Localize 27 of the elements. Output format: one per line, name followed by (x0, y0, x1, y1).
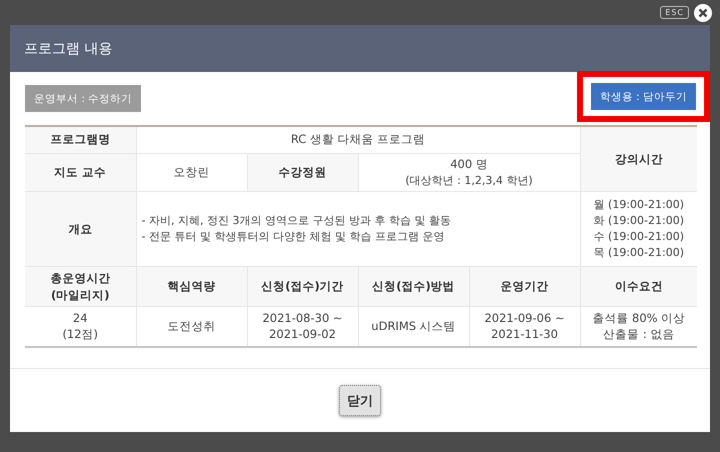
close-button[interactable]: 닫기 (339, 385, 381, 416)
header-cell: 핵심역량 (136, 266, 247, 307)
header-cell: 이수요건 (580, 266, 698, 307)
header-cell: 강의시간 (580, 126, 698, 192)
header-cell: 개요 (25, 192, 136, 267)
close-icon[interactable] (693, 2, 713, 22)
dialog-title: 프로그램 내용 (24, 40, 112, 58)
header-cell: 신청(접수)방법 (358, 266, 469, 307)
table-cell: 400 명 (대상학년 : 1,2,3,4 학년) (358, 153, 580, 192)
table-cell: 2021-09-06 ~ 2021-11-30 (469, 306, 580, 347)
header-cell: 신청(접수)기간 (247, 266, 358, 307)
header-cell: 지도 교수 (25, 153, 136, 192)
esc-key-icon[interactable]: ESC (660, 6, 689, 19)
table-cell: 월 (19:00-21:00) 화 (19:00-21:00) 수 (19:00-21:00) 목 (19:00-21:00) (580, 192, 698, 267)
table-cell: 도전성취 (136, 306, 247, 347)
table-cell: 출석률 80% 이상 산출물 : 없음 (580, 306, 698, 347)
header-cell: 프로그램명 (25, 126, 136, 153)
header-cell: 운영기간 (469, 266, 580, 307)
header-cell: 총운영시간 (마일리지) (25, 266, 136, 307)
table-cell: uDRIMS 시스템 (358, 306, 469, 347)
header-cell: 수강정원 (247, 153, 358, 192)
table-cell: 2021-08-30 ~ 2021-09-02 (247, 306, 358, 347)
table-cell: - 자비, 지혜, 정진 3개의 영역으로 구성된 방과 후 학습 및 활동 - 전문 튜터 및 학생튜터의 다양한 체험 및 학습 프로그램 운영 (136, 192, 580, 267)
table-cell: RC 생활 다채움 프로그램 (136, 126, 580, 153)
save-button[interactable]: 학생용 : 담아두기 (590, 83, 696, 110)
table-cell: 오창린 (136, 153, 247, 192)
table-cell: 24 (12점) (25, 306, 136, 347)
